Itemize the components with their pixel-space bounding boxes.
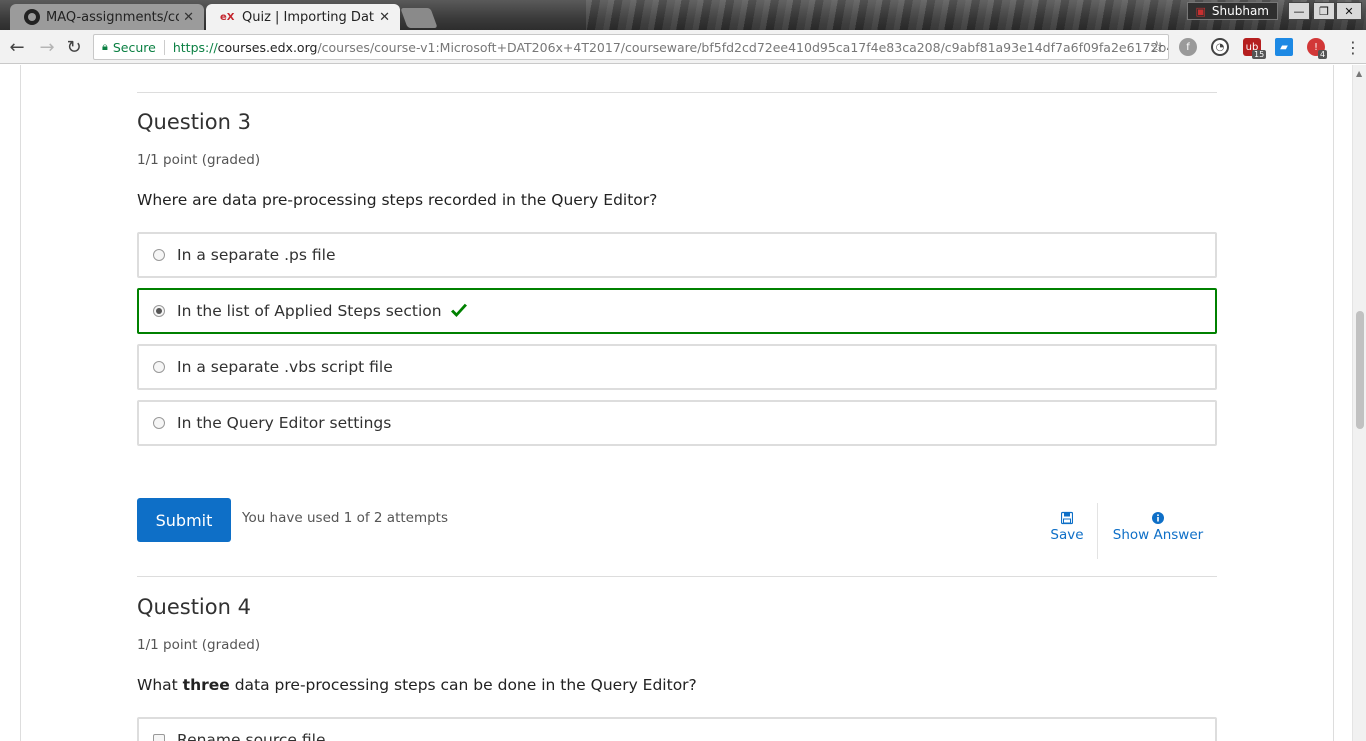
prompt-text: data pre-processing steps can be done in…: [229, 676, 697, 694]
answer-option[interactable]: Rename source file: [137, 717, 1217, 741]
minimize-button[interactable]: —: [1288, 2, 1310, 20]
extension-badge: 15: [1252, 50, 1267, 59]
info-icon: [1152, 512, 1164, 524]
tab-strip: MAQ-assignments/co ✕ eX Quiz | Importing…: [0, 0, 1366, 30]
radio-button[interactable]: [153, 417, 165, 429]
address-bar[interactable]: 🔒︎ Secure https:// courses.edx.org /cour…: [93, 34, 1169, 60]
scrollbar-thumb[interactable]: [1356, 311, 1364, 429]
attempts-text: You have used 1 of 2 attempts: [242, 510, 449, 526]
answer-label: Rename source file: [177, 731, 326, 741]
answer-option[interactable]: In a separate .vbs script file: [137, 344, 1217, 390]
answer-option[interactable]: In the Query Editor settings: [137, 400, 1217, 446]
answer-label: In a separate .ps file: [177, 246, 336, 264]
github-icon: [24, 9, 40, 25]
url-host: courses.edx.org: [217, 39, 318, 55]
question-4-title: Question 4: [137, 595, 251, 619]
floppy-disk-icon: [1061, 511, 1073, 525]
tab-title: Quiz | Importing Dat: [242, 9, 375, 25]
show-answer-button[interactable]: Show Answer: [1108, 511, 1208, 543]
answer-option[interactable]: In a separate .ps file: [137, 232, 1217, 278]
radio-button[interactable]: [153, 361, 165, 373]
close-icon[interactable]: ✕: [379, 10, 390, 25]
close-icon[interactable]: ✕: [183, 10, 194, 25]
new-tab-button[interactable]: [400, 8, 438, 28]
save-button[interactable]: Save: [1046, 511, 1088, 543]
checkmark-icon: [450, 303, 467, 317]
tab-title: MAQ-assignments/co: [46, 9, 180, 25]
profile-button[interactable]: ▣ Shubham: [1186, 2, 1278, 20]
extension-badge: 4: [1318, 50, 1328, 59]
tab-edx-quiz[interactable]: eX Quiz | Importing Dat ✕: [206, 4, 400, 30]
submit-button[interactable]: Submit: [137, 498, 231, 542]
radio-button[interactable]: [153, 249, 165, 261]
page-scrollbar[interactable]: ▲: [1352, 65, 1366, 741]
checkbox[interactable]: [153, 734, 165, 741]
scroll-up-arrow-icon[interactable]: ▲: [1356, 69, 1362, 78]
save-label: Save: [1050, 527, 1084, 543]
tab-github[interactable]: MAQ-assignments/co ✕: [10, 4, 204, 30]
answer-label: In the Query Editor settings: [177, 414, 392, 432]
prompt-text: What: [137, 676, 183, 694]
kebab-menu-icon[interactable]: ⋮: [1345, 38, 1361, 57]
show-answer-label: Show Answer: [1112, 527, 1204, 543]
answer-option-correct[interactable]: In the list of Applied Steps section: [137, 288, 1217, 334]
answer-label: In a separate .vbs script file: [177, 358, 393, 376]
radio-button-selected[interactable]: [153, 305, 165, 317]
page-viewport: Question 3 1/1 point (graded) Where are …: [0, 65, 1352, 741]
bookmark-star-icon[interactable]: ☆: [1150, 37, 1164, 56]
forward-arrow-icon[interactable]: →: [36, 36, 58, 58]
window-close-button[interactable]: ✕: [1336, 2, 1362, 20]
browser-toolbar: ← → ↻ 🔒︎ Secure https:// courses.edx.org…: [0, 30, 1366, 64]
back-arrow-icon[interactable]: ←: [6, 36, 28, 58]
question-3-prompt: Where are data pre-processing steps reco…: [137, 191, 658, 209]
edx-icon: eX: [220, 11, 235, 23]
question-3-points: 1/1 point (graded): [137, 152, 261, 168]
gauge-extension-icon[interactable]: ◔: [1211, 38, 1229, 56]
answer-label: In the list of Applied Steps section: [177, 302, 442, 320]
question-3-title: Question 3: [137, 110, 251, 134]
url-scheme: https://: [172, 39, 218, 55]
question-4-points: 1/1 point (graded): [137, 637, 261, 653]
reload-icon[interactable]: ↻: [63, 36, 85, 58]
user-icon: ▣: [1195, 4, 1206, 18]
profile-name: Shubham: [1211, 4, 1269, 18]
url-path: /courses/course-v1:Microsoft+DAT206x+4T2…: [317, 39, 1169, 55]
question-4-prompt: What three data pre-processing steps can…: [137, 676, 697, 694]
section-divider: [137, 92, 1217, 93]
maximize-button[interactable]: ❐: [1313, 2, 1335, 20]
extension-icon[interactable]: f: [1179, 38, 1197, 56]
secure-label: Secure: [113, 39, 165, 55]
section-divider: [137, 576, 1217, 577]
prompt-emphasis: three: [182, 676, 230, 694]
action-divider: [1097, 503, 1098, 559]
lock-icon: 🔒︎: [102, 40, 108, 53]
image-extension-icon[interactable]: ▰: [1275, 38, 1293, 56]
